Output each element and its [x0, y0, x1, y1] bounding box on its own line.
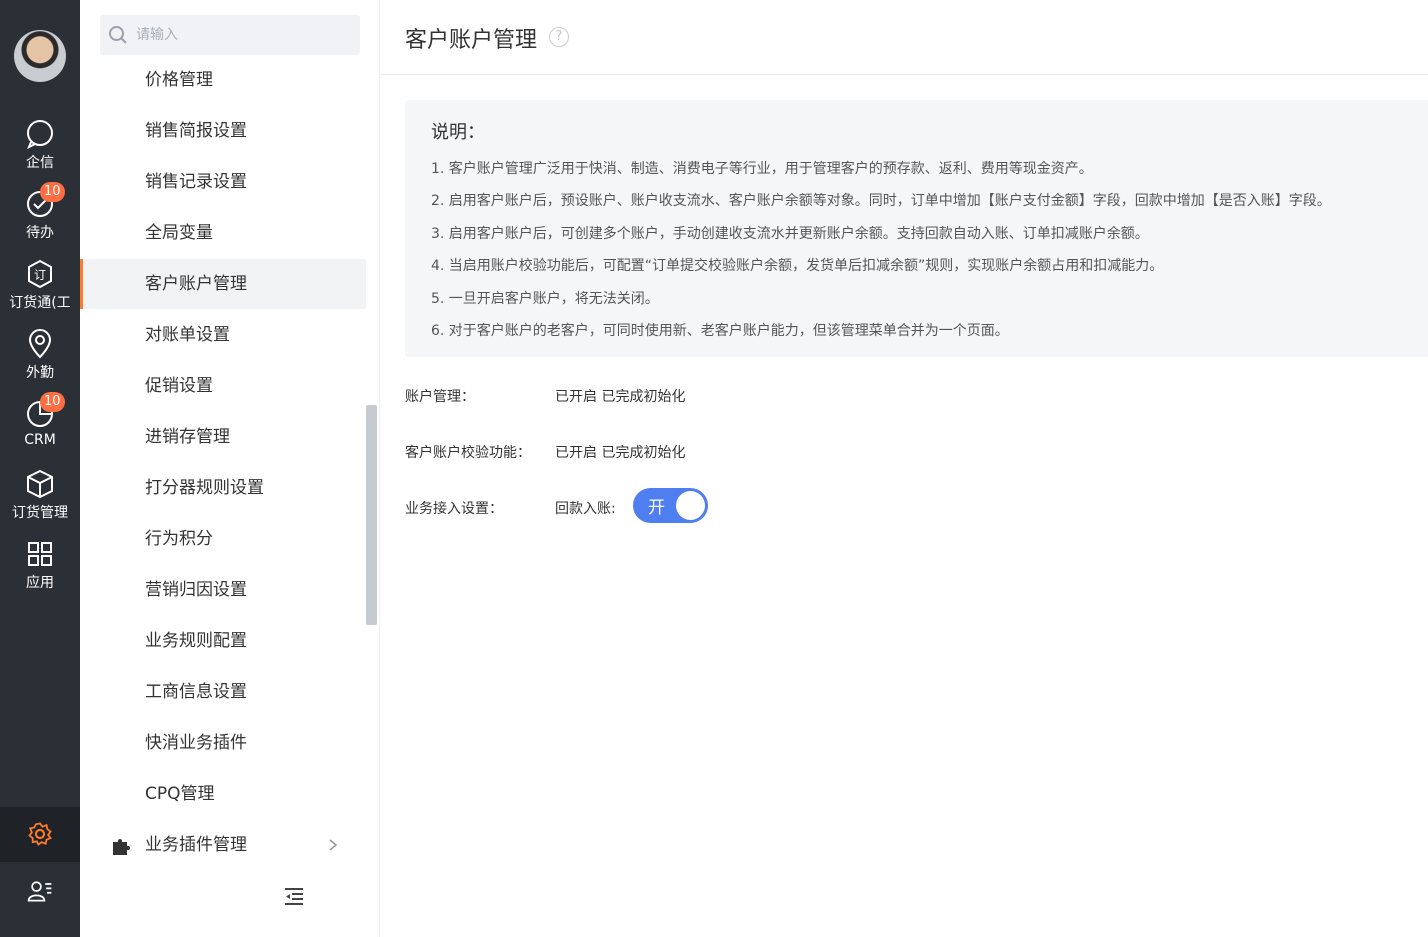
toggle-label: 开 — [648, 498, 665, 518]
todo-badge: 10 — [40, 182, 65, 202]
rail-item-todo[interactable]: 待办 10 — [0, 182, 80, 242]
menu-item[interactable]: 销售简报设置 — [80, 106, 366, 156]
page-title: 客户账户管理 — [405, 28, 538, 53]
svg-text:订: 订 — [34, 268, 46, 282]
box-icon — [27, 469, 53, 499]
avatar[interactable] — [14, 30, 66, 82]
rail-item-order-mgmt[interactable]: 订货管理 — [0, 468, 80, 522]
puzzle-icon — [113, 839, 130, 855]
menu-item[interactable]: 业务规则配置 — [80, 616, 366, 666]
crm-badge: 10 — [40, 392, 65, 412]
description-line: 2. 启用客户账户后，预设账户、账户收支流水、客户账户余额等对象。同时，订单中增… — [431, 193, 1331, 209]
search-icon — [109, 26, 127, 44]
menu-item[interactable]: 促销设置 — [80, 361, 366, 411]
search-input[interactable] — [136, 23, 346, 47]
menu-item[interactable]: 行为积分 — [80, 514, 366, 564]
description-panel: 说明： 1. 客户账户管理广泛用于快消、制造、消费电子等行业，用于管理客户的预存… — [405, 100, 1428, 357]
description-line: 5. 一旦开启客户账户，将无法关闭。 — [431, 291, 659, 307]
payment-posting-label: 回款入账: — [555, 501, 616, 517]
menu-item[interactable]: 销售记录设置 — [80, 157, 366, 207]
menu-group-label: 业务插件管理 — [145, 835, 247, 855]
rail-label: 订货通(工 — [9, 295, 71, 311]
menu-item[interactable]: 进销存管理 — [80, 412, 366, 462]
description-line: 1. 客户账户管理广泛用于快消、制造、消费电子等行业，用于管理客户的预存款、返利… — [431, 161, 1093, 177]
gear-icon — [28, 822, 52, 846]
toggle-knob — [676, 491, 705, 520]
menu-item[interactable]: CPQ管理 — [80, 769, 366, 819]
rail-label: CRM — [24, 432, 56, 448]
menu-group-plugins[interactable]: 业务插件管理 — [80, 820, 366, 870]
menu-scrollbar[interactable] — [366, 405, 377, 625]
rail-label: 企信 — [26, 155, 54, 171]
settings-menu: 价格管理 销售简报设置 销售记录设置 全局变量 客户账户管理 对账单设置 促销设… — [80, 0, 380, 937]
rail-label: 待办 — [26, 225, 54, 241]
grid-icon — [28, 542, 52, 566]
rail-label: 应用 — [26, 575, 54, 591]
page-header: 客户账户管理 ? — [381, 0, 1428, 75]
verify-status: 已开启 已完成初始化 — [555, 445, 686, 461]
account-mgmt-status: 已开启 已完成初始化 — [555, 389, 686, 405]
description-title: 说明： — [431, 122, 485, 143]
menu-item[interactable]: 打分器规则设置 — [80, 463, 366, 513]
account-mgmt-label: 账户管理： — [405, 389, 475, 405]
menu-item[interactable]: 对账单设置 — [80, 310, 366, 360]
order-icon: 订 — [28, 259, 52, 289]
description-line: 3. 启用客户账户后，可创建多个账户，手动创建收支流水并更新账户余额。支持回款自… — [431, 226, 1149, 242]
app-rail: 企信 待办 10 订 订货通(工 外勤 CRM 10 订货管理 应用 — [0, 0, 80, 937]
search-box — [100, 15, 360, 55]
help-icon[interactable]: ? — [549, 27, 569, 47]
menu-item[interactable]: 营销归因设置 — [80, 565, 366, 615]
menu-item[interactable]: 价格管理 — [80, 55, 366, 105]
rail-label: 订货管理 — [12, 505, 68, 521]
description-line: 6. 对于客户账户的老客户，可同时使用新、老客户账户能力，但该管理菜单合并为一个… — [431, 323, 1009, 339]
payment-posting-toggle[interactable]: 开 — [633, 488, 708, 523]
rail-item-order-app[interactable]: 订 订货通(工 — [0, 258, 80, 312]
collapse-menu-icon[interactable] — [283, 886, 305, 908]
description-line: 4. 当启用账户校验功能后，可配置“订单提交校验账户余额，发货单后扣减余额”规则… — [431, 258, 1164, 274]
menu-item[interactable]: 快消业务插件 — [80, 718, 366, 768]
rail-label: 外勤 — [26, 365, 54, 381]
profile-button[interactable] — [0, 865, 80, 920]
rail-item-apps[interactable]: 应用 — [0, 538, 80, 592]
location-pin-icon — [28, 329, 52, 359]
rail-item-field[interactable]: 外勤 — [0, 328, 80, 382]
chat-icon — [27, 120, 53, 150]
menu-item[interactable]: 工商信息设置 — [80, 667, 366, 717]
menu-item[interactable]: 全局变量 — [80, 208, 366, 258]
settings-button[interactable] — [0, 807, 80, 862]
rail-item-crm[interactable]: CRM 10 — [0, 392, 80, 448]
verify-label: 客户账户校验功能： — [405, 445, 531, 461]
menu-item-active[interactable]: 客户账户管理 — [80, 259, 366, 309]
main-content: 客户账户管理 ? 说明： 1. 客户账户管理广泛用于快消、制造、消费电子等行业，… — [381, 0, 1428, 937]
chevron-right-icon — [329, 839, 338, 851]
rail-item-chat[interactable]: 企信 — [0, 118, 80, 172]
user-list-icon — [27, 881, 52, 902]
business-access-label: 业务接入设置： — [405, 501, 503, 517]
